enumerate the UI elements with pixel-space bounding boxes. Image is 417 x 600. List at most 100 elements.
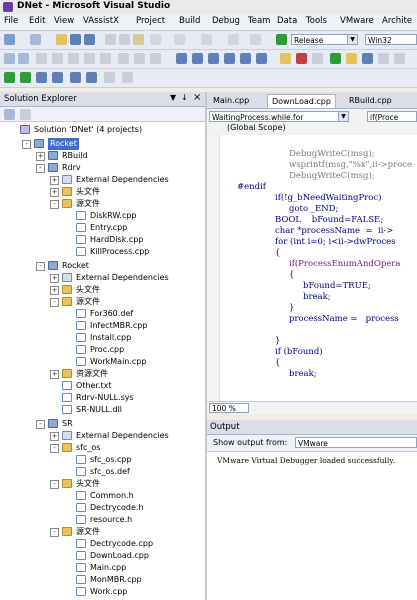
paste-icon[interactable] (133, 34, 144, 45)
toolbar-icon[interactable] (36, 72, 47, 83)
menu-view[interactable]: View (54, 16, 74, 26)
tab-main-cpp[interactable]: Main.cpp (209, 94, 253, 107)
toolbar-icon[interactable] (118, 53, 129, 64)
toolbar-icon[interactable] (346, 53, 357, 64)
cut-icon[interactable] (105, 34, 116, 45)
dropdown-icon[interactable]: ▼ (170, 93, 176, 102)
toolbar-icon[interactable] (256, 53, 267, 64)
menu-team[interactable]: Team (248, 16, 270, 26)
menu-vassistx[interactable]: VAssistX (83, 16, 119, 26)
add-item-icon[interactable] (30, 34, 41, 45)
expand-icon[interactable]: + (36, 152, 45, 161)
navigate-back-icon[interactable] (228, 34, 239, 45)
output-source-select[interactable]: VMware (295, 437, 417, 448)
redo-icon[interactable] (201, 34, 212, 45)
toolbar-icon[interactable] (150, 53, 161, 64)
collapse-icon[interactable]: - (36, 164, 45, 173)
toolbar-icon[interactable] (52, 53, 63, 64)
toolbar-icon[interactable] (312, 53, 323, 64)
toolbar-icon[interactable] (296, 53, 307, 64)
toolbar-icon[interactable] (122, 72, 133, 83)
collapse-icon[interactable]: - (50, 444, 59, 453)
toolbar-icon[interactable] (68, 53, 79, 64)
platform-select[interactable]: Win32 (365, 34, 417, 45)
toolbar-icon[interactable] (52, 72, 63, 83)
menu-build[interactable]: Build (179, 16, 200, 26)
proj-icon (48, 163, 58, 172)
toolbar-icon[interactable] (100, 53, 111, 64)
toolbar-icon[interactable] (84, 53, 95, 64)
toolbar-icon[interactable] (378, 53, 389, 64)
expand-icon[interactable]: + (50, 176, 59, 185)
file-icon (62, 381, 72, 390)
toolbar-icon[interactable] (394, 53, 405, 64)
toolbar-icon[interactable] (86, 72, 97, 83)
expand-icon[interactable]: + (50, 188, 59, 197)
toolbar-icon[interactable] (70, 72, 81, 83)
toolbar-icon[interactable] (134, 53, 145, 64)
file-icon (62, 393, 72, 402)
run-icon[interactable] (4, 72, 15, 83)
pin-icon[interactable]: ↓ (181, 93, 188, 102)
copy-icon[interactable] (119, 34, 130, 45)
menu-project[interactable]: Project (136, 16, 165, 26)
toolbar-icon[interactable] (208, 53, 219, 64)
collapse-icon[interactable]: - (50, 298, 59, 307)
menu-data[interactable]: Data (277, 16, 297, 26)
show-all-files-icon[interactable] (20, 109, 31, 120)
comment-icon[interactable] (150, 34, 161, 45)
toolbar-icon[interactable] (104, 72, 115, 83)
collapse-icon[interactable]: - (50, 480, 59, 489)
properties-icon[interactable] (4, 109, 15, 120)
expand-icon[interactable]: + (50, 286, 59, 295)
toolbar-icon[interactable] (192, 53, 203, 64)
save-icon[interactable] (70, 34, 81, 45)
collapse-icon[interactable]: - (50, 528, 59, 537)
window-title: DNet - Microsoft Visual Studio (17, 1, 171, 11)
menu-file[interactable]: File (4, 16, 18, 26)
file-icon (76, 515, 86, 524)
output-window[interactable]: VMware Virtual Debugger loaded successfu… (207, 452, 417, 600)
expand-icon[interactable]: + (50, 274, 59, 283)
expand-icon[interactable]: + (50, 370, 59, 379)
toolbar-icon[interactable] (176, 53, 187, 64)
new-project-icon[interactable] (4, 34, 15, 45)
toolbar-icon[interactable] (280, 53, 291, 64)
open-folder-icon[interactable] (56, 34, 67, 45)
toolbar-icon[interactable] (362, 53, 373, 64)
collapse-icon[interactable]: - (36, 420, 45, 429)
start-debugging-icon[interactable] (276, 34, 287, 45)
toolbar-icon[interactable] (36, 53, 47, 64)
toolbar-icon[interactable] (18, 53, 29, 64)
chevron-down-icon[interactable]: ▼ (338, 112, 348, 121)
toolbar-icon[interactable] (20, 72, 31, 83)
member-select[interactable]: WaitingProcess.while.for ▼ (209, 111, 349, 122)
menu-edit[interactable]: Edit (29, 16, 45, 26)
collapse-icon[interactable]: - (50, 200, 59, 209)
menu-debug[interactable]: Debug (212, 16, 240, 26)
toolbar-icon[interactable] (330, 53, 341, 64)
toolbar-icon[interactable] (224, 53, 235, 64)
tree-item-label: WorkMain.cpp (90, 357, 147, 366)
navigate-forward-icon[interactable] (250, 34, 261, 45)
save-all-icon[interactable] (84, 34, 95, 45)
menu-vmware[interactable]: VMware (340, 16, 374, 26)
menu-tools[interactable]: Tools (306, 16, 327, 26)
tree-item-label: External Dependencies (76, 175, 169, 184)
tab-rbuild-cpp[interactable]: RBuild.cpp (345, 94, 396, 107)
chevron-down-icon[interactable]: ▼ (347, 35, 357, 44)
close-icon[interactable]: × (193, 92, 201, 103)
code-editor[interactable]: DebugWriteC(msg); wsprintf(msg,"%x",ii->p… (207, 135, 417, 401)
collapse-icon[interactable]: - (36, 262, 45, 271)
configuration-select[interactable]: Release ▼ (291, 34, 358, 45)
code-line: break; (303, 292, 331, 302)
expand-icon[interactable]: + (50, 432, 59, 441)
undo-icon[interactable] (174, 34, 185, 45)
toolbar-icon[interactable] (4, 53, 15, 64)
toolbar-icon[interactable] (240, 53, 251, 64)
collapse-icon[interactable]: - (22, 140, 31, 149)
menu-architecture[interactable]: Archite (382, 16, 412, 26)
tab-download-cpp[interactable]: DownLoad.cpp (267, 94, 336, 108)
zoom-select[interactable]: 100 % (209, 403, 249, 413)
scope-member-select[interactable]: if(Proce (367, 111, 417, 122)
